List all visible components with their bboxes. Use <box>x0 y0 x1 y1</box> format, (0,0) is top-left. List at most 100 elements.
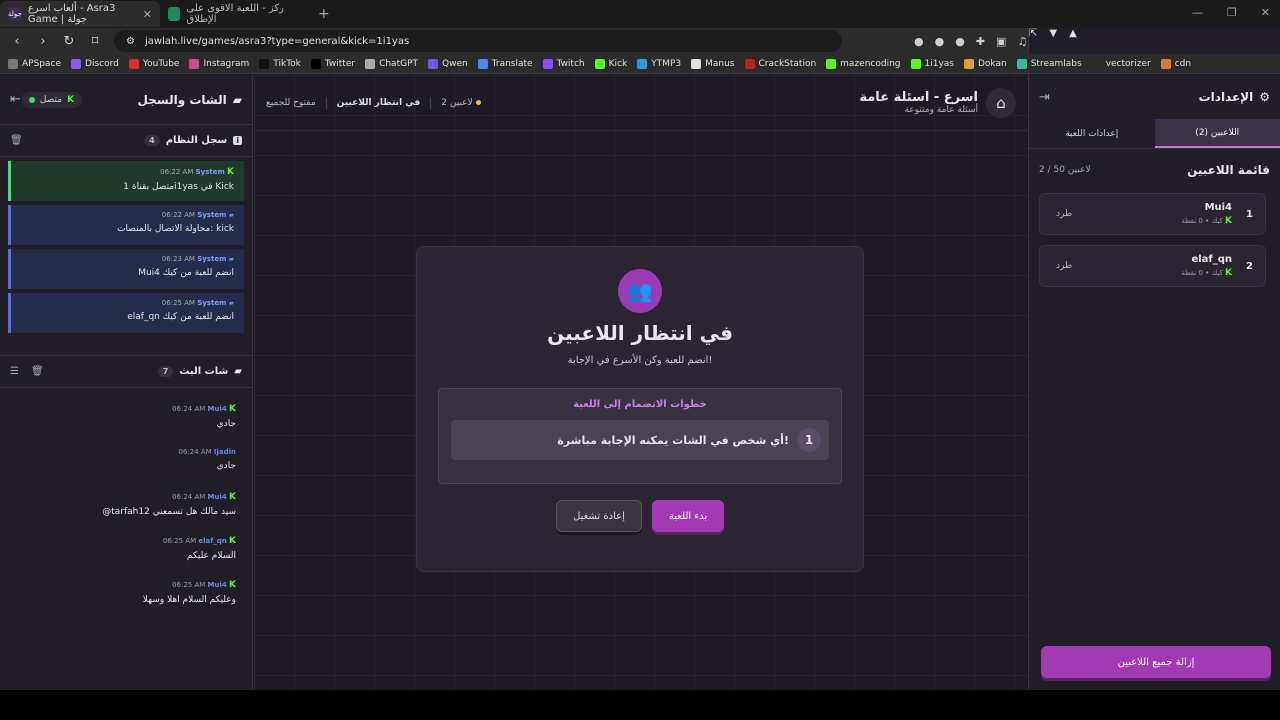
url-field[interactable]: ⚙ jawlah.live/games/asra3?type=general&k… <box>114 28 1280 643</box>
bookmark-item[interactable]: Instagram <box>189 58 249 69</box>
players-list-title: قائمة اللاعبين <box>1187 163 1270 177</box>
game-title-box: اسرع - اسئلة عامة أسئلة عامة ومتنوعة ⌂ <box>859 87 1016 118</box>
collapse-panel-icon[interactable]: ⇥ <box>1039 90 1050 105</box>
minimize-icon[interactable]: — <box>1192 6 1203 19</box>
players-count: 2 / 50 لاعبين <box>1039 165 1091 175</box>
waiting-heading: في انتظار اللاعبين <box>547 321 733 345</box>
browser-tab-active[interactable]: جولة ألعاب اسرع - Asra3 Game | جولة ✕ <box>0 1 160 27</box>
filter-icon[interactable]: ☰ <box>10 366 19 377</box>
chat-message: 06:25 AM elaf_qn K السلام عليكم <box>162 536 236 561</box>
restart-button[interactable]: إعادة تشغيل <box>556 500 642 532</box>
players-list-header: 2 / 50 لاعبين قائمة اللاعبين <box>1029 149 1280 187</box>
extension-icon[interactable]: ▣ <box>996 35 1006 48</box>
chat-messages: 06:24 AM Mui4 K جادي 06:24 AM Ijadin جاد… <box>0 388 252 620</box>
chat-icon: ▰ <box>232 92 242 107</box>
settings-panel: ⇥ الإعدادات ⚙ إعدادات اللعبة اللاعبين (2… <box>1028 75 1280 690</box>
extension-icon[interactable]: ● <box>914 35 924 48</box>
bookmark-item[interactable]: 1i1yas <box>910 58 954 69</box>
bookmark-item[interactable]: Qwen <box>428 58 468 69</box>
status-open: مفتوح للجميع <box>266 97 316 108</box>
tab-game-settings[interactable]: إعدادات اللعبة <box>1029 119 1155 148</box>
waiting-card: 👥 في انتظار اللاعبين انضم للعبة وكن الأس… <box>416 246 864 572</box>
forward-icon[interactable]: › <box>36 34 50 49</box>
waiting-subtitle: انضم للعبة وكن الأسرع في الإجابة! <box>567 355 713 366</box>
bookmark-item[interactable]: YouTube <box>128 58 179 69</box>
site-info-icon[interactable]: ⚙ <box>126 36 135 47</box>
restore-icon[interactable]: ❐ <box>1227 6 1237 19</box>
kick-player-button[interactable]: طرد <box>1056 209 1072 219</box>
chat-log-panel: ⇤ متصل K الشات والسجل ▰ 🗑 4 سجل النظام i <box>0 75 253 690</box>
reload-icon[interactable]: ↻ <box>62 34 76 49</box>
status-waiting: في انتظار اللاعبين <box>336 97 421 108</box>
bookmark-item[interactable]: Translate <box>477 58 533 69</box>
game-area: مفتوح للجميع في انتظار اللاعبين 2 لاعبين… <box>254 75 1028 690</box>
bookmark-item[interactable]: Manus <box>691 58 735 69</box>
stream-chat-header: ☰ 🗑 7 شات البث ▰ <box>0 356 252 388</box>
close-icon[interactable]: ✕ <box>143 8 152 21</box>
bookmark-item[interactable]: Streamlabs <box>1016 58 1082 69</box>
system-message: 06:22 AM System ▰ محاولة الاتصال بالمنصا… <box>8 205 244 245</box>
game-subtitle: أسئلة عامة ومتنوعة <box>904 105 979 115</box>
chat-panel-title: الشات والسجل ▰ <box>137 92 242 107</box>
start-game-button[interactable]: بدء اللعبة <box>652 500 724 532</box>
online-dot <box>28 96 35 103</box>
browser-tab-strip: جولة ألعاب اسرع - Asra3 Game | جولة ✕ رك… <box>0 0 1280 28</box>
chat-message: 06:24 AM Ijadin جادي <box>178 448 236 471</box>
bookmark-item[interactable]: cdn <box>1160 58 1191 69</box>
settings-tabs: إعدادات اللعبة اللاعبين (2) <box>1029 119 1280 149</box>
trash-icon[interactable]: 🗑 <box>10 135 23 146</box>
bookmark-item[interactable]: mazencoding <box>826 58 901 69</box>
taskbar <box>0 690 1280 720</box>
chat-message: 06:24 AM Mui4 K جادي <box>172 404 236 429</box>
system-message: 06:23 AM System ▰ Mui4 انضم للعبة من كيك <box>8 249 244 289</box>
close-window-icon[interactable]: ✕ <box>1261 6 1270 19</box>
bookmark-item[interactable]: ChatGPT <box>365 58 418 69</box>
card-actions: إعادة تشغيل بدء اللعبة <box>417 500 863 532</box>
extension-icon[interactable]: ● <box>935 35 945 48</box>
window-controls: — ❐ ✕ <box>1192 6 1270 19</box>
game-header: مفتوح للجميع في انتظار اللاعبين 2 لاعبين… <box>254 75 1028 131</box>
bookmark-item[interactable]: Twitter <box>310 58 355 69</box>
chat-panel-header: ⇤ متصل K الشات والسجل ▰ <box>0 75 252 125</box>
system-message: 06:25 AM System ▰ elaf_qn انضم للعبة من … <box>8 293 244 333</box>
bookmark-item[interactable]: YTMP3 <box>637 58 681 69</box>
browser-tab[interactable]: ركز - اللعبة الاقوى على الإطلاق <box>160 1 310 27</box>
player-name: elaf_qn <box>1191 254 1233 265</box>
trash-icon[interactable]: 🗑 <box>31 366 44 377</box>
bookmark-icon[interactable]: ⌑ <box>88 34 102 49</box>
media-icon[interactable]: ♫ <box>1017 35 1027 48</box>
player-points: كيك • 0 نقطة K <box>1181 268 1233 278</box>
system-log-header: 🗑 4 سجل النظام i <box>0 125 252 157</box>
new-tab-icon[interactable]: + <box>310 6 338 22</box>
tab-players[interactable]: اللاعبين (2) <box>1154 119 1280 148</box>
gear-icon: ⚙ <box>1259 90 1270 104</box>
player-name: Mui4 <box>1204 202 1233 213</box>
bookmark-item[interactable]: vectorizer <box>1091 58 1151 69</box>
player-row: طرد Mui4 كيك • 0 نقطة K 1 <box>1039 193 1266 235</box>
collapse-panel-icon[interactable]: ⇤ <box>10 92 21 107</box>
bookmark-item[interactable]: Kick <box>594 58 627 69</box>
remove-all-players-button[interactable]: إزالة جميع اللاعبين <box>1041 646 1271 678</box>
bookmark-item[interactable]: CrackStation <box>744 58 816 69</box>
settings-title: الإعدادات ⚙ <box>1198 90 1270 104</box>
tab-title: ركز - اللعبة الاقوى على الإطلاق <box>186 3 284 25</box>
bookmark-item[interactable]: Twitch <box>542 58 585 69</box>
address-bar-row: ‹ › ↻ ⌑ ⚙ jawlah.live/games/asra3?type=g… <box>0 28 1280 643</box>
puzzle-icon[interactable]: ✚ <box>976 35 985 48</box>
join-step: أي شخص في الشات يمكنه الإجابة مباشرة! 1 <box>451 420 829 460</box>
system-message: 06:22 AM System K متصل بقناة 1i1yas في K… <box>8 161 244 201</box>
bookmark-item[interactable]: TikTok <box>259 58 301 69</box>
bookmark-item[interactable]: Discord <box>71 58 119 69</box>
settings-header: ⇥ الإعدادات ⚙ <box>1029 75 1280 119</box>
kick-player-button[interactable]: طرد <box>1056 261 1072 271</box>
back-icon[interactable]: ‹ <box>10 34 24 49</box>
bookmark-item[interactable]: Dokan <box>963 58 1007 69</box>
home-icon[interactable]: ⌂ <box>986 87 1016 118</box>
extension-icon[interactable]: ● <box>955 35 965 48</box>
site-favicon: جولة <box>8 7 22 21</box>
bookmark-item[interactable]: APSpace <box>8 58 61 69</box>
url-text: jawlah.live/games/asra3?type=general&kic… <box>144 35 410 47</box>
chat-message: 06:24 AM Mui4 K @tarfah12 سيد مالك هل تس… <box>102 492 236 517</box>
connection-status-badge: متصل K <box>20 91 83 108</box>
step-number: 1 <box>797 428 821 452</box>
